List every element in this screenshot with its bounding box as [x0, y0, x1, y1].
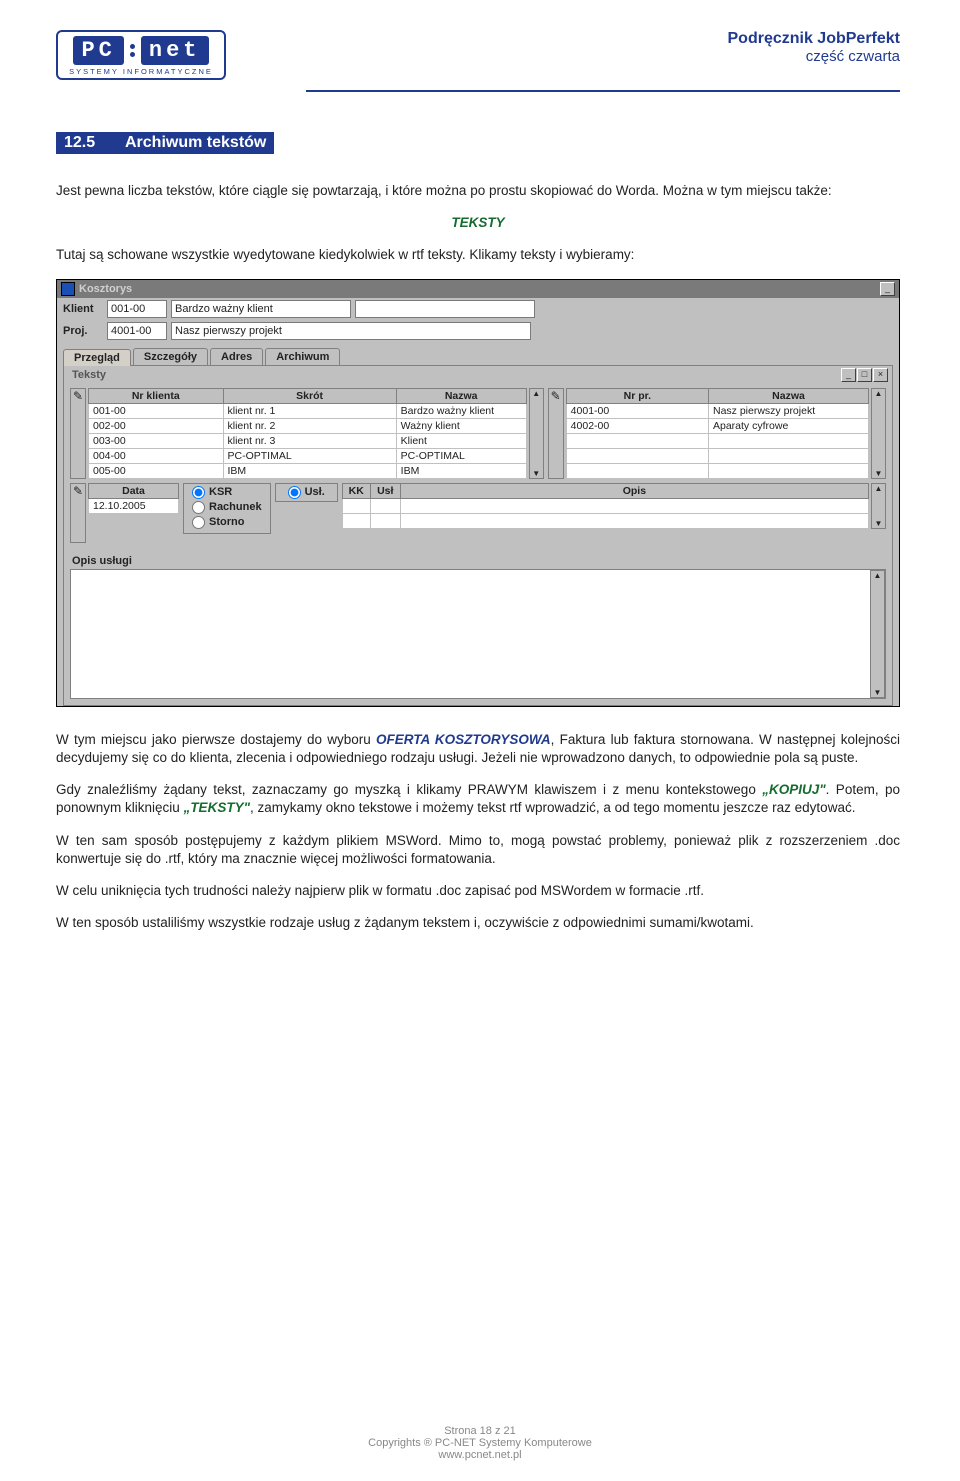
logo-text-right: net: [141, 36, 209, 65]
row-selector[interactable]: ✎: [70, 483, 86, 543]
paragraph: W ten sposób ustaliliśmy wszystkie rodza…: [56, 914, 900, 932]
keyword-teksty2: „TEKSTY": [184, 800, 250, 815]
page-header: PC net SYSTEMY INFORMATYCZNE Podręcznik …: [56, 30, 900, 80]
scrollbar[interactable]: ▲▼: [871, 483, 886, 529]
titlebar[interactable]: Kosztorys _: [57, 280, 899, 298]
row-selector[interactable]: ✎: [548, 388, 564, 479]
keyword-kopiuj: „KOPIUJ": [762, 782, 825, 797]
klient-code-field[interactable]: 001-00: [107, 300, 167, 318]
radio-rachunek[interactable]: Rachunek: [192, 501, 262, 514]
keyword-teksty: TEKSTY: [451, 215, 504, 230]
inner-window: Teksty _ □ × ✎ Nr klienta Skrót Nazwa: [63, 365, 893, 706]
description-textarea[interactable]: ▲▼: [70, 569, 886, 699]
type-radio-group: KSR Rachunek Storno: [183, 483, 271, 534]
scrollbar[interactable]: ▲▼: [529, 388, 544, 479]
proj-name-field[interactable]: Nasz pierwszy projekt: [171, 322, 531, 340]
minimize-icon[interactable]: _: [841, 368, 856, 382]
col-header[interactable]: Nazwa: [396, 388, 526, 403]
projects-table[interactable]: Nr pr. Nazwa 4001-00Nasz pierwszy projek…: [566, 388, 869, 479]
date-field[interactable]: 12.10.2005: [89, 498, 179, 513]
radio-storno[interactable]: Storno: [192, 516, 262, 529]
col-header[interactable]: Nazwa: [709, 388, 869, 403]
copyright: Copyrights ® PC-NET Systemy Komputerowe: [0, 1437, 960, 1449]
tab-bar: Przegląd Szczegóły Adres Archiwum: [63, 348, 893, 365]
scrollbar[interactable]: ▲▼: [870, 570, 885, 698]
table-row: 005-00IBMIBM: [89, 463, 527, 478]
clients-table[interactable]: Nr klienta Skrót Nazwa 001-00klient nr. …: [88, 388, 527, 479]
proj-code-field[interactable]: 4001-00: [107, 322, 167, 340]
inner-title: Teksty: [72, 369, 106, 381]
logo: PC net SYSTEMY INFORMATYCZNE: [56, 30, 226, 80]
table-row: [566, 433, 868, 448]
label-klient: Klient: [63, 303, 103, 315]
col-header[interactable]: Data: [89, 483, 179, 498]
table-row: [342, 498, 868, 513]
usl-radio-group: Usł.: [275, 483, 338, 502]
radio-ksr[interactable]: KSR: [192, 486, 262, 499]
col-header[interactable]: Nr klienta: [89, 388, 224, 403]
paragraph: W tym miejscu jako pierwsze dostajemy do…: [56, 731, 900, 767]
col-header[interactable]: Usł: [370, 483, 400, 498]
section-heading: 12.5 Archiwum tekstów: [56, 132, 274, 154]
paragraph: Tutaj są schowane wszystkie wyedytowane …: [56, 246, 900, 264]
label-proj: Proj.: [63, 325, 103, 337]
page-number: Strona 18 z 21: [0, 1425, 960, 1437]
paragraph: W ten sam sposób postępujemy z każdym pl…: [56, 832, 900, 868]
window-title: Kosztorys: [79, 283, 132, 295]
klient-extra-field[interactable]: [355, 300, 535, 318]
paragraph: Jest pewna liczba tekstów, które ciągle …: [56, 182, 900, 200]
maximize-icon[interactable]: □: [857, 368, 872, 382]
section-title: Archiwum tekstów: [125, 134, 266, 151]
logo-subtitle: SYSTEMY INFORMATYCZNE: [64, 67, 218, 76]
tab-archiwum[interactable]: Archiwum: [265, 348, 340, 365]
footer-link[interactable]: www.pcnet.net.pl: [438, 1449, 521, 1461]
paragraph: W celu uniknięcia tych trudności należy …: [56, 882, 900, 900]
tab-szczegoly[interactable]: Szczegóły: [133, 348, 208, 365]
col-header[interactable]: KK: [342, 483, 370, 498]
doc-title: Podręcznik JobPerfekt: [728, 30, 901, 48]
header-rule: [306, 90, 900, 92]
app-window: Kosztorys _ Klient 001-00 Bardzo ważny k…: [56, 279, 900, 707]
table-row: [342, 513, 868, 528]
app-icon: [61, 282, 75, 296]
table-row: 002-00klient nr. 2Ważny klient: [89, 418, 527, 433]
radio-usl[interactable]: Usł.: [288, 486, 325, 499]
table-row: 4002-00Aparaty cyfrowe: [566, 418, 868, 433]
table-row: 003-00klient nr. 3Klient: [89, 433, 527, 448]
paragraph: Gdy znaleźliśmy żądany tekst, zaznaczamy…: [56, 781, 900, 817]
scrollbar[interactable]: ▲▼: [871, 388, 886, 479]
doc-subtitle: część czwarta: [728, 48, 901, 65]
col-header[interactable]: Opis: [400, 483, 868, 498]
section-number: 12.5: [64, 134, 95, 151]
logo-text-left: PC: [73, 36, 123, 65]
minimize-icon[interactable]: _: [880, 282, 895, 296]
label-opis: Opis usługi: [64, 551, 892, 569]
col-header[interactable]: Nr pr.: [566, 388, 708, 403]
table-row: [566, 463, 868, 478]
tab-przeglad[interactable]: Przegląd: [63, 349, 131, 366]
footer: Strona 18 z 21 Copyrights ® PC-NET Syste…: [0, 1425, 960, 1461]
table-row: [566, 448, 868, 463]
row-selector[interactable]: ✎: [70, 388, 86, 479]
tab-adres[interactable]: Adres: [210, 348, 263, 365]
keyword-oferta: OFERTA KOSZTORYSOWA: [376, 732, 551, 747]
klient-name-field[interactable]: Bardzo ważny klient: [171, 300, 351, 318]
table-row: 001-00klient nr. 1Bardzo ważny klient: [89, 403, 527, 418]
table-row: 004-00PC-OPTIMALPC-OPTIMAL: [89, 448, 527, 463]
table-row: 4001-00Nasz pierwszy projekt: [566, 403, 868, 418]
close-icon[interactable]: ×: [873, 368, 888, 382]
col-header[interactable]: Skrót: [223, 388, 396, 403]
